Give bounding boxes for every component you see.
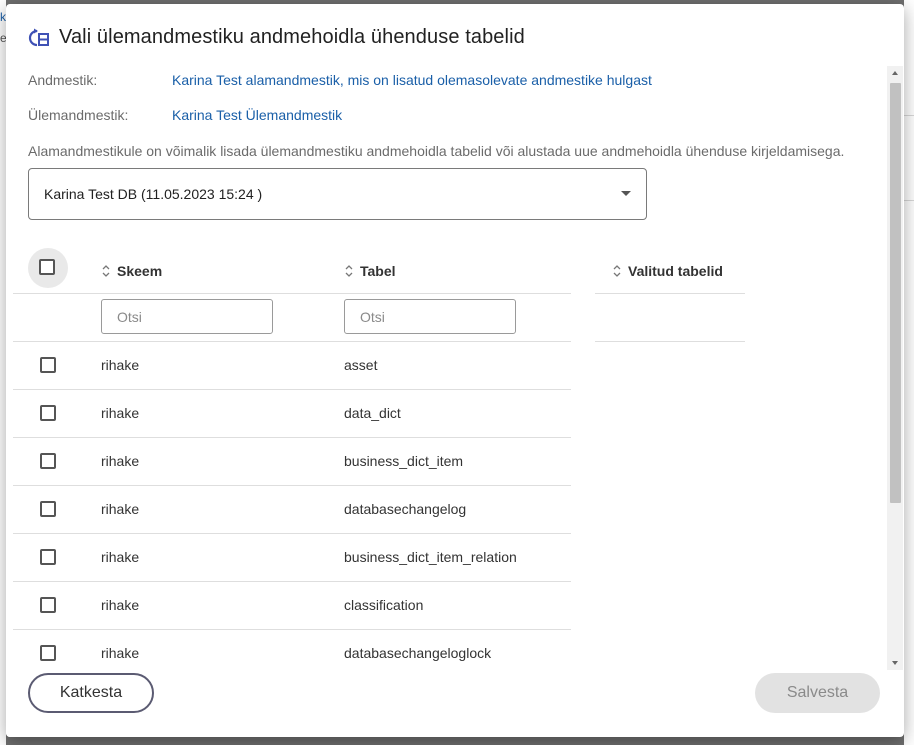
sort-icon [102,265,110,277]
dialog-header: Vali ülemandmestiku andmehoidla ühenduse… [28,26,525,49]
scrollbar-thumb[interactable] [890,83,901,503]
scroll-up-icon[interactable] [892,71,898,75]
column-header-selected-label: Valitud tabelid [628,263,723,279]
table-row[interactable]: rihake business_dict_item_relation [13,534,571,582]
tables-table: Skeem Tabel rihake asset rihake data_dic… [13,248,571,678]
dialog-footer: Katkesta Salvesta [6,664,886,737]
background-page-fragment-right [904,0,914,745]
row-checkbox[interactable] [40,597,56,613]
column-header-schema-label: Skeem [117,263,163,279]
schema-cell: rihake [101,597,140,613]
table-row[interactable]: rihake business_dict_item [13,438,571,486]
row-checkbox[interactable] [40,645,56,661]
table-row[interactable]: rihake data_dict [13,390,571,438]
row-checkbox[interactable] [40,453,56,469]
table-filter-row [13,294,571,342]
table-search-input[interactable] [344,299,516,334]
table-name-cell: data_dict [344,405,401,421]
sort-icon [345,265,353,277]
table-name-cell: classification [344,597,424,613]
chevron-down-icon [621,191,631,196]
schema-cell: rihake [101,549,140,565]
table-header-row: Skeem Tabel [13,248,571,294]
schema-cell: rihake [101,405,140,421]
row-checkbox[interactable] [40,357,56,373]
schema-cell: rihake [101,357,140,373]
schema-search-input[interactable] [101,299,273,334]
column-header-table[interactable]: Tabel [344,263,396,279]
table-row[interactable]: rihake classification [13,582,571,630]
schema-cell: rihake [101,501,140,517]
table-name-cell: databasechangelog [344,501,467,517]
selected-tables-filter-row [595,294,745,342]
table-name-cell: databasechangeloglock [344,645,492,661]
ulemandmestik-link[interactable]: Karina Test Ülemandmestik [172,107,342,123]
column-header-schema[interactable]: Skeem [101,263,162,279]
connection-select-value: Karina Test DB (11.05.2023 15:24 ) [44,186,263,202]
table-name-cell: asset [344,357,378,373]
selected-tables-header: Valitud tabelid [595,248,745,294]
table-row[interactable]: rihake asset [13,342,571,390]
column-header-table-label: Tabel [360,263,396,279]
dialog-title: Vali ülemandmestiku andmehoidla ühenduse… [59,26,525,48]
table-name-cell: business_dict_item [344,453,464,469]
dialog-scrollbar[interactable] [887,66,903,670]
column-header-selected[interactable]: Valitud tabelid [612,263,723,279]
ulemandmestik-label: Ülemandmestik: [28,107,129,123]
row-checkbox[interactable] [40,549,56,565]
save-button[interactable]: Salvesta [755,673,880,713]
andmestik-link[interactable]: Karina Test alamandmestik, mis on lisatu… [172,72,652,88]
scroll-down-icon[interactable] [892,661,898,665]
row-checkbox[interactable] [40,405,56,421]
cancel-button[interactable]: Katkesta [28,673,154,713]
select-tables-dialog: Vali ülemandmestiku andmehoidla ühenduse… [6,4,904,737]
table-sync-icon [28,28,49,46]
sort-icon [613,265,621,277]
andmestik-label: Andmestik: [28,72,98,88]
schema-cell: rihake [101,453,140,469]
select-all-checkbox[interactable] [39,259,55,275]
schema-cell: rihake [101,645,140,661]
dialog-description: Alamandmestikule on võimalik lisada ülem… [28,143,845,159]
selected-tables-table: Valitud tabelid [595,248,745,342]
connection-select[interactable]: Karina Test DB (11.05.2023 15:24 ) [28,168,647,220]
table-row[interactable]: rihake databasechangelog [13,486,571,534]
table-name-cell: business_dict_item_relation [344,549,517,565]
row-checkbox[interactable] [40,501,56,517]
select-all-checkbox-wrapper[interactable] [28,248,68,288]
